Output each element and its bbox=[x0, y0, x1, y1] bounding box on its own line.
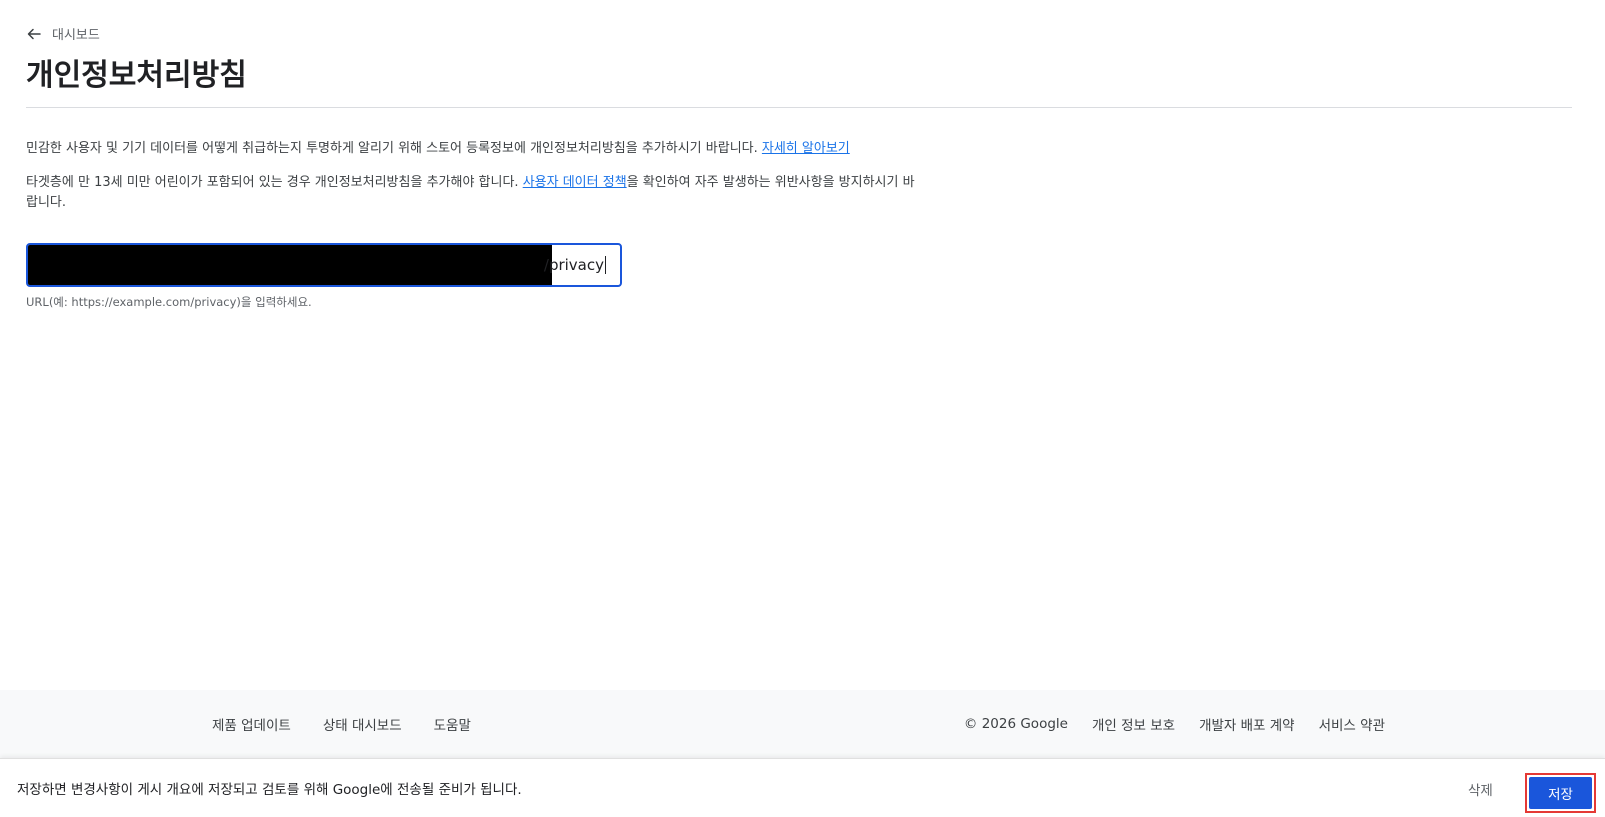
page-title: 개인정보처리방침 bbox=[26, 58, 247, 93]
delete-button[interactable]: 삭제 bbox=[1460, 775, 1501, 803]
footer-link-status-dashboard[interactable]: 상태 대시보드 bbox=[323, 714, 402, 734]
text-cursor bbox=[605, 256, 606, 274]
redacted-url-portion bbox=[28, 245, 552, 285]
footer-copyright: © 2026 Google bbox=[963, 716, 1068, 732]
footer-link-help[interactable]: 도움말 bbox=[434, 714, 471, 734]
children-policy-text-before: 타겟층에 만 13세 미만 어린이가 포함되어 있는 경우 개인정보처리방침을 … bbox=[26, 175, 523, 190]
url-input-value: /privacy bbox=[543, 256, 604, 274]
intro-paragraph: 민감한 사용자 및 기기 데이터를 어떻게 취급하는지 투명하게 알리기 위해 … bbox=[26, 139, 926, 159]
title-divider bbox=[26, 107, 1572, 108]
page-footer: 제품 업데이트 상태 대시보드 도움말 © 2026 Google 개인 정보 … bbox=[0, 690, 1605, 758]
back-link-label: 대시보드 bbox=[52, 28, 100, 43]
save-bar-message: 저장하면 변경사항이 게시 개요에 저장되고 검토를 위해 Google에 전송… bbox=[17, 782, 522, 798]
footer-link-developer-agreement[interactable]: 개발자 배포 계약 bbox=[1199, 714, 1295, 734]
url-helper-text: URL(예: https://example.com/privacy)을 입력하… bbox=[26, 295, 312, 309]
footer-link-product-updates[interactable]: 제품 업데이트 bbox=[212, 714, 291, 734]
save-button[interactable]: 저장 bbox=[1529, 777, 1592, 809]
footer-left-links: 제품 업데이트 상태 대시보드 도움말 bbox=[212, 690, 503, 758]
arrow-left-icon bbox=[27, 28, 41, 39]
user-data-policy-link[interactable]: 사용자 데이터 정책 bbox=[523, 175, 627, 190]
back-to-dashboard-link[interactable]: 대시보드 bbox=[26, 24, 100, 43]
save-bar: 저장하면 변경사항이 게시 개요에 저장되고 검토를 위해 Google에 전송… bbox=[0, 758, 1605, 817]
intro-text: 민감한 사용자 및 기기 데이터를 어떻게 취급하는지 투명하게 알리기 위해 … bbox=[26, 141, 762, 156]
privacy-url-input[interactable]: /privacy bbox=[26, 243, 622, 287]
footer-link-terms[interactable]: 서비스 약관 bbox=[1319, 714, 1385, 734]
save-button-highlight: 저장 bbox=[1525, 773, 1596, 813]
learn-more-link[interactable]: 자세히 알아보기 bbox=[762, 141, 850, 156]
footer-link-privacy[interactable]: 개인 정보 보호 bbox=[1092, 714, 1175, 734]
children-policy-paragraph: 타겟층에 만 13세 미만 어린이가 포함되어 있는 경우 개인정보처리방침을 … bbox=[26, 173, 926, 213]
footer-right-links: © 2026 Google 개인 정보 보호 개발자 배포 계약 서비스 약관 bbox=[964, 690, 1385, 758]
